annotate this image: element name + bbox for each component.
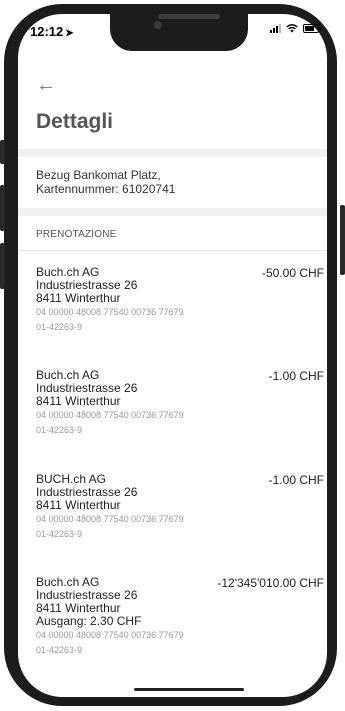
camera-icon <box>154 21 162 29</box>
account-number: 01-42263-9 <box>36 425 83 435</box>
merchant-city: 8411 Winterthur <box>36 394 121 408</box>
wifi-icon <box>286 24 298 33</box>
divider <box>18 250 327 251</box>
reference-number: 04 00000 48008 77540 00736 77679 <box>36 514 184 524</box>
merchant-city: 8411 Winterthur <box>36 498 121 512</box>
section-title: PRENOTAZIONE <box>36 229 117 240</box>
fee-line: Ausgang: 2.30 CHF <box>36 614 142 628</box>
merchant-city: 8411 Winterthur <box>36 291 121 305</box>
signal-icon <box>270 24 281 33</box>
transaction-amount: -1.00 CHF <box>268 369 324 383</box>
page-title: Dettagli <box>36 110 114 133</box>
notch <box>110 14 248 51</box>
reference-number: 04 00000 48008 77540 00736 77679 <box>36 410 184 420</box>
description-line-1: Bezug Bankomat Platz, <box>36 168 161 182</box>
reference-number: 04 00000 48008 77540 00736 77679 <box>36 630 184 640</box>
status-time-text: 12:12 <box>30 24 64 39</box>
account-number: 01-42263-9 <box>36 529 83 539</box>
divider <box>18 149 327 157</box>
status-time: 12:12 ➤ <box>30 24 74 39</box>
account-number: 01-42263-9 <box>36 645 83 655</box>
account-number: 01-42263-9 <box>36 322 83 332</box>
description-line-2: Kartennummer: 61020741 <box>36 182 176 196</box>
transaction-description: Bezug Bankomat Platz, Kartennummer: 6102… <box>36 168 296 196</box>
speaker <box>158 14 220 19</box>
back-arrow-icon[interactable]: ← <box>36 75 56 95</box>
transaction-amount: -50.00 CHF <box>261 266 324 280</box>
mute-switch <box>0 140 5 164</box>
divider <box>18 208 327 216</box>
transaction-amount: -12'345'010.00 CHF <box>217 576 324 590</box>
transaction-item: Buch.ch AG Industriestrasse 26 8411 Wint… <box>36 369 324 438</box>
power-button <box>340 205 345 275</box>
volume-up-button <box>0 185 5 231</box>
location-arrow-icon: ➤ <box>65 28 74 39</box>
transaction-item: Buch.ch AG Industriestrasse 26 8411 Wint… <box>36 576 324 658</box>
volume-down-button <box>0 243 5 289</box>
transaction-amount: -1.00 CHF <box>268 473 324 487</box>
battery-icon <box>303 24 321 33</box>
status-icons <box>270 24 321 33</box>
home-indicator[interactable] <box>134 688 244 691</box>
transaction-item: Buch.ch AG Industriestrasse 26 8411 Wint… <box>36 266 324 335</box>
transaction-item: BUCH.ch AG Industriestrasse 26 8411 Wint… <box>36 473 324 542</box>
reference-number: 04 00000 48008 77540 00736 77679 <box>36 307 184 317</box>
